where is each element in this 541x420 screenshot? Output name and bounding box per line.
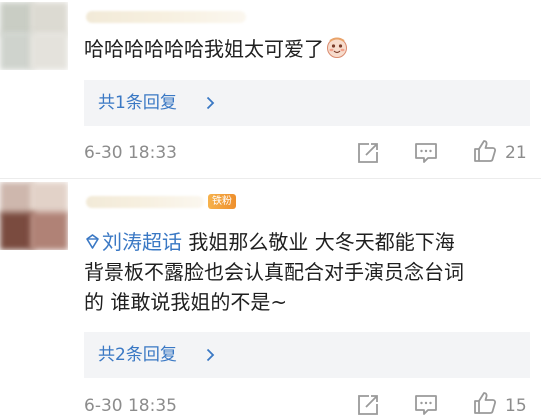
comment-icon[interactable] — [413, 392, 439, 418]
comment-text-content: 哈哈哈哈哈哈我姐太可爱了 — [84, 37, 324, 61]
like-icon[interactable] — [472, 390, 498, 416]
timestamp: 6-30 18:33 — [84, 143, 177, 163]
sticker-icon — [327, 37, 347, 58]
comment-line-2: 背景板不露脸也会认真配合对手演员念台词 — [84, 260, 464, 284]
comment-line: 刘涛超话 我姐那么敬业 大冬天都能下海 — [84, 227, 464, 257]
like-count: 21 — [505, 143, 527, 163]
reply-summary[interactable]: 共2条回复 — [84, 332, 530, 378]
topic-icon — [86, 234, 99, 249]
comment-1: 哈哈哈哈哈哈我姐太可爱了 共1条回复 6-30 18:33 21 — [0, 0, 541, 180]
share-icon[interactable] — [355, 140, 381, 166]
timestamp: 6-30 18:35 — [84, 396, 177, 416]
username[interactable] — [86, 11, 246, 23]
comment-icon[interactable] — [413, 140, 439, 166]
comment-text: 哈哈哈哈哈哈我姐太可爱了 — [84, 34, 348, 64]
like-icon[interactable] — [472, 138, 498, 164]
topic-link[interactable]: 刘涛超话 — [84, 230, 182, 254]
topic-label[interactable]: 刘涛超话 — [102, 230, 182, 254]
comment-text: 刘涛超话 我姐那么敬业 大冬天都能下海 背景板不露脸也会认真配合对手演员念台词 … — [84, 227, 464, 317]
username[interactable] — [86, 196, 204, 208]
comment-2: 铁粉 刘涛超话 我姐那么敬业 大冬天都能下海 背景板不露脸也会认真配合对手演员念… — [0, 180, 541, 420]
chevron-right-icon — [206, 348, 215, 362]
comment-line-1: 我姐那么敬业 大冬天都能下海 — [188, 230, 455, 254]
fan-badge: 铁粉 — [208, 194, 236, 209]
reply-summary[interactable]: 共1条回复 — [84, 80, 530, 126]
chevron-right-icon — [206, 96, 215, 110]
avatar[interactable] — [0, 2, 68, 70]
like-count: 15 — [505, 396, 527, 416]
share-icon[interactable] — [355, 392, 381, 418]
comment-line-3: 的 谁敢说我姐的不是~ — [84, 290, 288, 314]
view-replies-link[interactable]: 共2条回复 — [98, 344, 177, 366]
divider — [0, 178, 541, 179]
view-replies-link[interactable]: 共1条回复 — [98, 92, 177, 114]
avatar[interactable] — [0, 182, 68, 250]
